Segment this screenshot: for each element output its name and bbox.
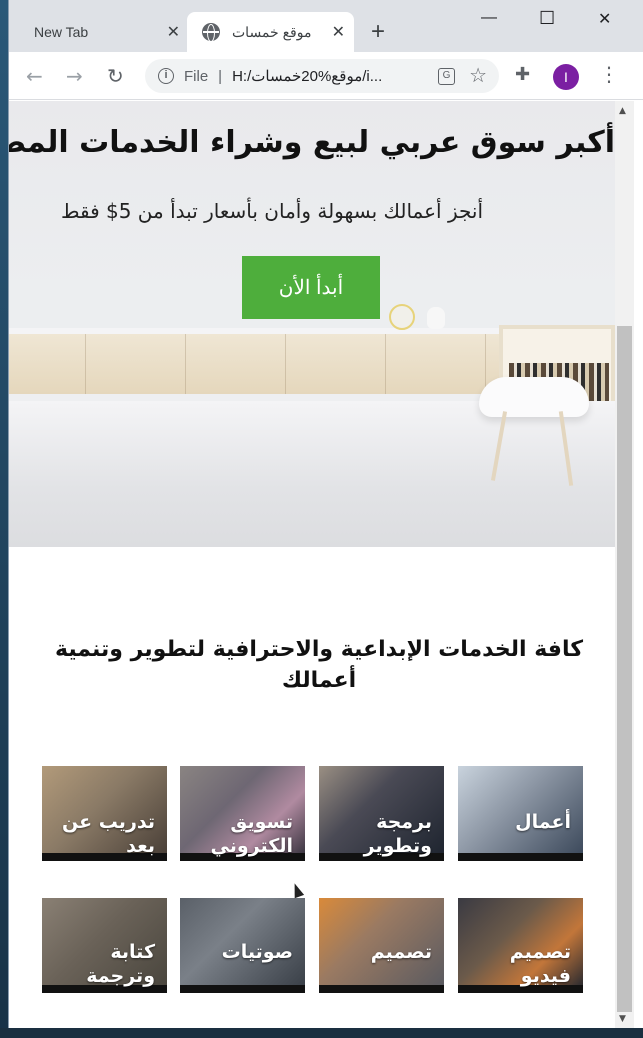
- forward-arrow-icon[interactable]: →: [66, 64, 83, 88]
- close-icon[interactable]: ✕: [167, 22, 180, 42]
- service-card-training[interactable]: تدريب عن بعد: [42, 766, 167, 861]
- star-bookmark-icon[interactable]: ☆: [469, 63, 487, 88]
- service-card-writing[interactable]: كتابة وترجمة: [42, 898, 167, 993]
- page-viewport: أكبر سوق عربي لبيع وشراء الخدمات المصغرة…: [9, 101, 615, 1028]
- card-label: تسويق الكتروني: [210, 811, 293, 857]
- card-strip: [180, 985, 305, 993]
- tab-label: New Tab: [34, 24, 89, 40]
- card-label: أعمال: [515, 811, 571, 833]
- taskbar: [0, 1028, 643, 1038]
- scheme-label: File: [184, 67, 209, 85]
- tab-label: موقع خمسات: [232, 23, 312, 40]
- card-label: كتابة وترجمة: [86, 941, 155, 987]
- tab-strip: New Tab ✕ موقع خمسات ✕ + — ☐ ✕: [9, 0, 643, 52]
- services-title: كافة الخدمات الإبداعية والاحترافية لتطوي…: [54, 637, 584, 693]
- address-separator: |: [218, 67, 223, 85]
- translate-icon[interactable]: G: [438, 68, 455, 85]
- service-card-programming[interactable]: برمجة وتطوير: [319, 766, 444, 861]
- hero-floor-image: [9, 401, 615, 547]
- hero-subtitle: أنجز أعمالك بسهولة وأمان بأسعار تبدأ من …: [60, 199, 484, 223]
- window-close-button[interactable]: ✕: [598, 9, 611, 29]
- back-arrow-icon[interactable]: ←: [26, 64, 43, 88]
- service-card-audio[interactable]: صوتيات: [180, 898, 305, 993]
- hero-chair-image: [479, 377, 589, 417]
- vase-image: [427, 307, 445, 329]
- tab-active-site[interactable]: موقع خمسات ✕: [187, 12, 354, 52]
- url-text[interactable]: H:/موقع%20خمسات/i...: [232, 67, 422, 85]
- minimize-button[interactable]: —: [481, 9, 497, 27]
- service-card-marketing[interactable]: تسويق الكتروني: [180, 766, 305, 861]
- browser-toolbar: ← → ↻ i File | H:/موقع%20خمسات/i... G ☆: [9, 52, 643, 100]
- address-bar[interactable]: i File | H:/موقع%20خمسات/i... G ☆: [145, 59, 499, 93]
- service-card-design[interactable]: تصميم: [319, 898, 444, 993]
- service-card-business[interactable]: أعمال: [458, 766, 583, 861]
- scroll-up-arrow-icon[interactable]: ▲: [619, 106, 626, 116]
- hero-section: أكبر سوق عربي لبيع وشراء الخدمات المصغرة…: [9, 101, 615, 547]
- clock-icon: [389, 304, 415, 330]
- start-now-button[interactable]: أبدأ الأن: [242, 256, 380, 319]
- maximize-button[interactable]: ☐: [539, 8, 555, 29]
- card-label: تصميم: [370, 941, 432, 963]
- close-icon[interactable]: ✕: [332, 22, 345, 42]
- browser-menu-icon[interactable]: ⋮: [599, 62, 619, 86]
- card-label: برمجة وتطوير: [363, 811, 432, 857]
- extensions-puzzle-icon[interactable]: ✚: [515, 64, 530, 85]
- hero-title: أكبر سوق عربي لبيع وشراء الخدمات المصغرة: [9, 125, 615, 160]
- card-strip: [458, 853, 583, 861]
- mouse-cursor: [289, 881, 305, 899]
- scroll-down-arrow-icon[interactable]: ▼: [619, 1014, 626, 1024]
- reload-icon[interactable]: ↻: [107, 64, 124, 88]
- card-label: صوتيات: [221, 941, 293, 963]
- service-card-video-design[interactable]: تصميم فيديو: [458, 898, 583, 993]
- profile-avatar[interactable]: I: [553, 64, 579, 90]
- globe-icon: [202, 23, 220, 42]
- info-icon[interactable]: i: [158, 68, 174, 84]
- scrollbar-thumb[interactable]: [617, 326, 632, 1012]
- card-strip: [319, 985, 444, 993]
- card-label: تدريب عن بعد: [62, 811, 155, 857]
- new-tab-button[interactable]: +: [371, 18, 385, 46]
- card-label: تصميم فيديو: [509, 941, 571, 987]
- browser-window: New Tab ✕ موقع خمسات ✕ + — ☐ ✕ ← → ↻ i F…: [9, 0, 643, 1028]
- tab-new-tab[interactable]: New Tab ✕: [9, 12, 187, 52]
